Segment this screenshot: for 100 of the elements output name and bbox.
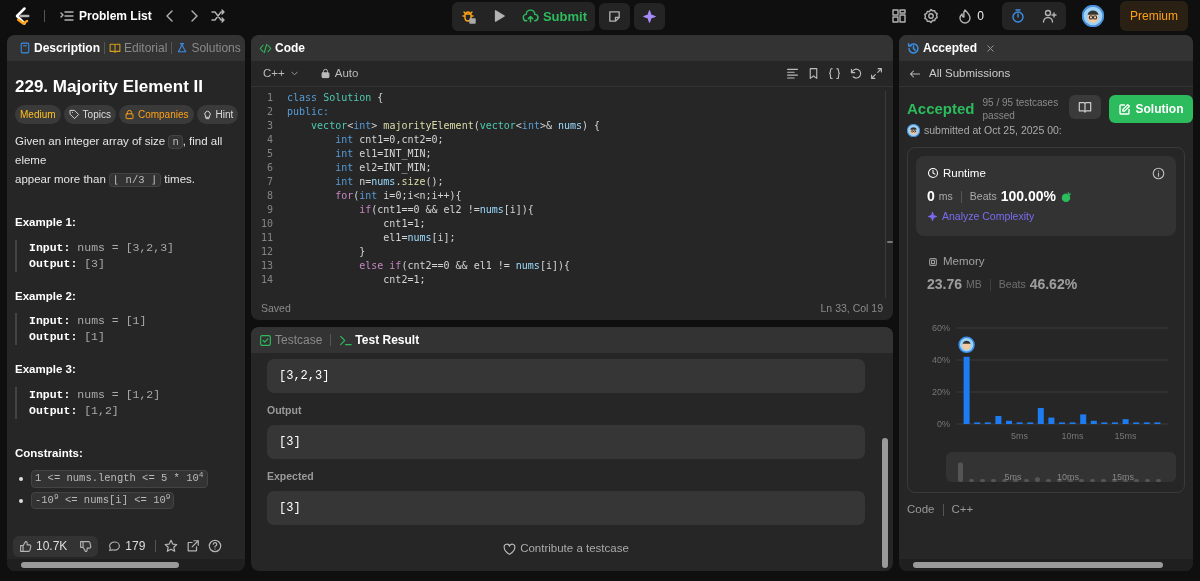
thumbs-up-icon [19, 539, 32, 553]
code-line: } [358, 245, 366, 259]
avatar-icon [907, 124, 920, 138]
star-icon[interactable] [164, 539, 179, 553]
example-output-text: Output: [1] [29, 329, 106, 346]
avatar-icon[interactable] [1081, 5, 1104, 27]
format-icon[interactable] [786, 67, 799, 80]
note-icon [607, 8, 622, 24]
close-icon[interactable] [985, 42, 997, 54]
result-value: [3] [267, 424, 865, 459]
avatar-marker [958, 336, 975, 354]
stat-panel[interactable]: Runtime 0 ms Beats 100.00% Analyze Complexity [916, 155, 1176, 236]
lock-icon [319, 68, 331, 79]
example-heading: Example 3: [15, 362, 77, 378]
constraint-text: -10$^{9}$ <= nums[i] <= 10$^{9}$ [31, 491, 175, 510]
clap-icon [1059, 190, 1072, 203]
example-output-text: Output: [3] [29, 255, 106, 272]
language-select[interactable]: C++ [261, 65, 302, 82]
layout-icon[interactable] [891, 8, 908, 24]
beats-percent: 46.62% [1029, 275, 1078, 295]
y-axis-label: 60% [932, 323, 950, 334]
shuffle-icon[interactable] [209, 8, 226, 24]
line-number: 1 [265, 91, 274, 105]
example-heading: Example 1: [15, 215, 77, 231]
mode-button[interactable]: Auto [317, 65, 361, 82]
line-number: 6 [265, 161, 274, 175]
line-number: 12 [259, 245, 274, 259]
histogram-bar [1059, 422, 1065, 425]
x-axis-label: 5ms [1011, 431, 1029, 442]
flask-icon [176, 42, 189, 54]
help-icon[interactable] [208, 539, 223, 553]
panel-tab[interactable]: Editorial [105, 39, 172, 57]
stat-unit: ms [938, 188, 953, 204]
flame-icon [957, 8, 974, 24]
editor-scrollbar[interactable] [885, 91, 893, 298]
comments-button[interactable]: 179 [106, 537, 148, 555]
field-label: Output [267, 403, 303, 418]
histogram-bar [1090, 421, 1097, 425]
tag-button[interactable]: Topics [63, 105, 116, 125]
result-tab[interactable]: Accepted [907, 39, 982, 57]
bug-icon [459, 8, 476, 24]
stat-panel[interactable]: Memory 23.76 MB Beats 46.62% [916, 244, 1176, 305]
tag-button[interactable]: Hint [196, 105, 239, 125]
line-number: 11 [259, 231, 274, 245]
share-icon[interactable] [186, 539, 201, 553]
panel-tab[interactable]: Test Result [335, 331, 424, 349]
code-label: Code [907, 502, 935, 518]
code-line: int el1=INT_MIN; [334, 147, 432, 161]
horizontal-scrollbar[interactable] [7, 559, 245, 571]
histogram-bar [974, 422, 981, 425]
thumbs-down-icon [79, 539, 93, 553]
premium-button[interactable]: Premium [1119, 1, 1188, 31]
navigator-label: 15ms [1112, 472, 1134, 483]
tag-button[interactable]: Companies [118, 105, 194, 125]
panel-tab[interactable]: Testcase [259, 331, 327, 349]
book-icon [109, 42, 121, 54]
y-axis-label: 20% [932, 387, 950, 398]
bookmark-icon[interactable] [807, 67, 820, 80]
code-line: cnt1=1; [382, 217, 426, 231]
code-line: int el2=INT_MIN; [334, 161, 432, 175]
panel-tab[interactable]: Code [259, 39, 309, 57]
streak-button[interactable]: 0 [955, 6, 986, 26]
contribute-link[interactable]: Contribute a testcase [501, 540, 631, 558]
code-line: int cnt1=0,cnt2=0; [334, 133, 444, 147]
expand-icon[interactable] [870, 67, 883, 80]
stat-value: 0 [927, 187, 935, 206]
settings-icon[interactable] [923, 8, 940, 24]
reset-icon[interactable] [849, 67, 862, 80]
save-status: Saved [261, 301, 291, 317]
example-input-text: Input: nums = [3,2,3] [29, 239, 175, 256]
add-user-icon [1041, 8, 1058, 24]
code-line: public: [287, 105, 330, 119]
heart-icon [503, 542, 517, 556]
range-navigator[interactable]: 5ms 10ms 15ms [946, 452, 1176, 483]
book-icon [1077, 100, 1092, 114]
histogram-bar [1101, 422, 1108, 425]
panel-tab[interactable]: Solutions [172, 39, 245, 57]
example-input-text: Input: nums = [1] [29, 313, 148, 330]
constraint-text: 1 <= nums.length <= 5 * 10$^{4}$ [31, 469, 208, 488]
tag-icon [68, 109, 80, 121]
horizontal-scrollbar[interactable] [899, 559, 1193, 571]
histogram-bar [1122, 419, 1129, 425]
list-icon [59, 8, 75, 24]
line-number: 2 [265, 105, 274, 119]
x-axis-label: 15ms [1114, 431, 1137, 442]
editorial-button[interactable] [1068, 95, 1101, 119]
problem-list-button[interactable]: Problem List [57, 6, 154, 26]
navigator-label: 10ms [1057, 472, 1079, 483]
back-link[interactable]: All Submissions [907, 65, 1013, 82]
example-heading: Example 2: [15, 288, 77, 304]
x-axis-label: 10ms [1061, 431, 1084, 442]
info-icon[interactable] [1152, 166, 1165, 180]
language-label: C++ [951, 502, 974, 518]
navigator-label: 5ms [1004, 472, 1022, 483]
panel-tab[interactable]: Description [15, 39, 104, 57]
histogram-bar [1037, 408, 1044, 425]
code-line: for(int i=0;i<n;i++){ [334, 189, 462, 203]
braces-icon[interactable] [828, 67, 841, 80]
history-icon [907, 41, 920, 55]
lock-icon [123, 109, 135, 121]
